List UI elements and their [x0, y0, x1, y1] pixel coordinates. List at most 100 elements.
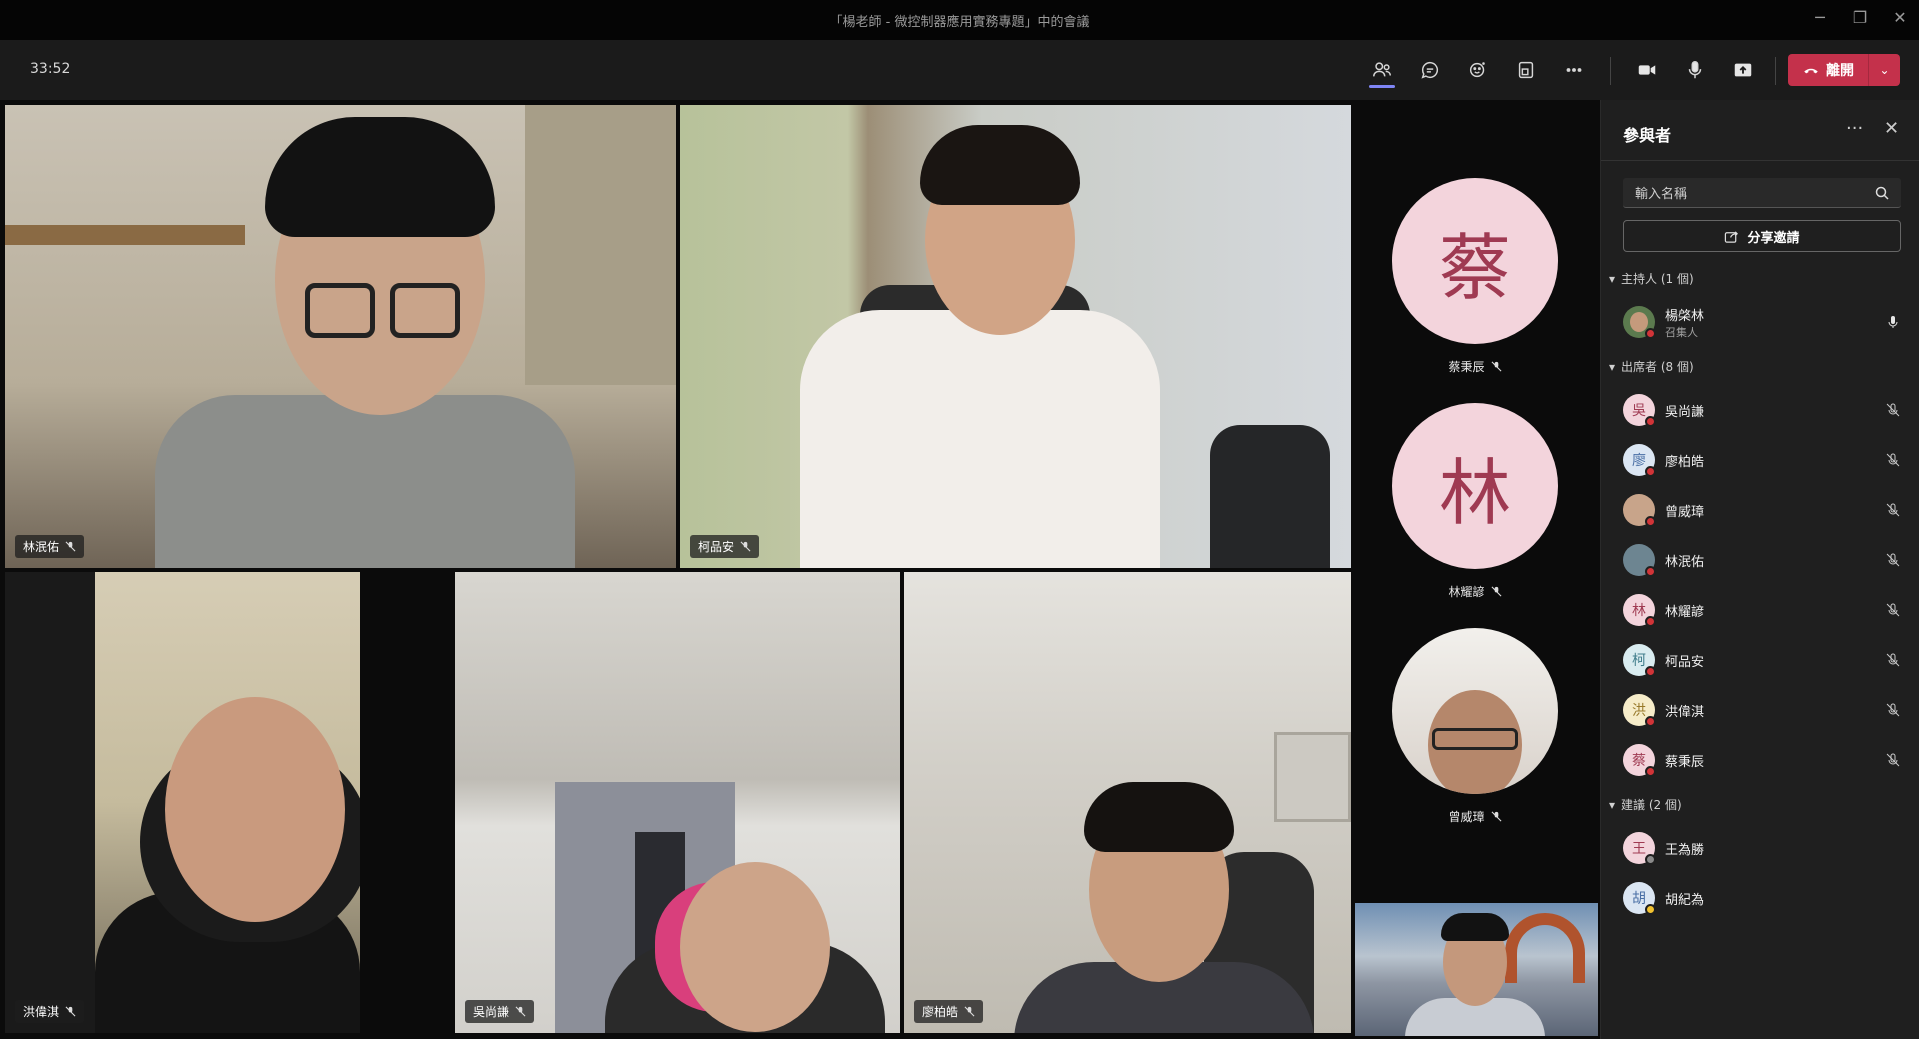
avatar [1623, 494, 1656, 527]
participant-row[interactable]: 廖 廖柏皓 [1623, 440, 1901, 480]
avatar: 洪 [1623, 694, 1656, 727]
participant-name: 洪偉淇 [1665, 704, 1705, 720]
mic-off-icon[interactable] [1885, 702, 1901, 718]
chevron-down-icon: ▾ [1609, 271, 1616, 286]
self-view[interactable] [1355, 903, 1598, 1036]
mic-off-icon [65, 1006, 76, 1017]
meeting-timer: 33:52 [30, 61, 71, 77]
person-face [165, 697, 345, 922]
glasses [390, 283, 460, 338]
camera-icon[interactable] [1627, 50, 1667, 90]
section-attendees[interactable]: ▾ 出席者 (8 個) [1609, 358, 1694, 375]
toolbar-divider [1775, 57, 1776, 85]
status-dot [1645, 854, 1656, 865]
avatar-tile[interactable]: 林 林耀諺 [1392, 403, 1558, 600]
mic-off-icon [1491, 811, 1501, 822]
participant-name: 王為勝 [1665, 842, 1705, 858]
title-bar: 「楊老師 - 微控制器應用實務專題」中的會議 ─ ❐ ✕ [0, 0, 1919, 40]
chat-icon[interactable] [1410, 50, 1450, 90]
leave-button[interactable]: 離開 ⌄ [1788, 54, 1900, 86]
avatar [1623, 306, 1656, 339]
video-tile[interactable]: 洪偉淇 [5, 572, 360, 1033]
minimize-button[interactable]: ─ [1810, 8, 1830, 28]
tile-name-tag: 洪偉淇 [15, 1000, 85, 1023]
section-label: 建議 (2 個) [1621, 798, 1682, 812]
status-dot [1645, 416, 1656, 427]
avatar: 林 [1623, 594, 1656, 627]
avatar-name: 曾威璋 [1448, 810, 1485, 824]
avatar: 柯 [1623, 644, 1656, 677]
mic-off-icon[interactable] [1885, 452, 1901, 468]
participant-name: 楊棨林 [1665, 308, 1705, 324]
mic-off-icon[interactable] [1885, 502, 1901, 518]
clothes-pile [1210, 425, 1330, 568]
chevron-down-icon[interactable]: ⌄ [1869, 63, 1900, 77]
mic-off-icon[interactable] [1885, 752, 1901, 768]
video-tile[interactable]: 柯品安 [680, 105, 1351, 568]
participant-row[interactable]: 胡 胡紀為 [1623, 878, 1901, 918]
video-tile[interactable]: 吳尚謙 [455, 572, 900, 1033]
people-icon[interactable] [1362, 50, 1402, 90]
participant-row[interactable]: 柯 柯品安 [1623, 640, 1901, 680]
leave-main[interactable]: 離開 [1788, 60, 1868, 80]
tile-name: 柯品安 [698, 540, 735, 554]
avatar-tile[interactable]: 蔡 蔡秉辰 [1392, 178, 1558, 375]
tile-name-tag: 柯品安 [690, 535, 760, 558]
video-tile[interactable]: 林泯佑 [5, 105, 676, 568]
participant-row[interactable]: 林泯佑 [1623, 540, 1901, 580]
participant-row[interactable]: 蔡 蔡秉辰 [1623, 740, 1901, 780]
participant-row[interactable]: 吳 吳尚謙 [1623, 390, 1901, 430]
more-icon[interactable] [1554, 50, 1594, 90]
panel-divider [1601, 160, 1919, 161]
avatar [1623, 544, 1656, 577]
avatar-photo [1392, 628, 1558, 794]
view-icon[interactable] [1506, 50, 1546, 90]
panel-more-icon[interactable]: ··· [1846, 118, 1863, 139]
air-conditioner [1274, 732, 1351, 822]
participant-row[interactable]: 林 林耀諺 [1623, 590, 1901, 630]
tile-name: 廖柏皓 [922, 1005, 959, 1019]
window-title: 「楊老師 - 微控制器應用實務專題」中的會議 [829, 15, 1090, 30]
status-dot [1645, 904, 1656, 915]
section-organizer[interactable]: ▾ 主持人 (1 個) [1609, 270, 1694, 287]
tile-name: 林泯佑 [23, 540, 60, 554]
share-arrow-icon [1725, 230, 1739, 243]
mic-off-icon[interactable] [1885, 552, 1901, 568]
participant-name: 林耀諺 [1665, 604, 1705, 620]
status-dot [1645, 766, 1656, 777]
participants-panel: 參與者 ··· ✕ 輸入名稱 分享邀請 ▾ 主持人 (1 個) 楊棨林 召集人 ▾ 出… [1600, 100, 1919, 1039]
mic-off-icon[interactable] [1885, 602, 1901, 618]
status-dot [1645, 566, 1656, 577]
mic-icon[interactable] [1885, 314, 1901, 330]
status-dot [1645, 716, 1656, 727]
restore-button[interactable]: ❐ [1850, 8, 1870, 28]
mic-off-icon[interactable] [1885, 652, 1901, 668]
participant-name: 蔡秉辰 [1665, 754, 1705, 770]
mic-off-icon[interactable] [1885, 402, 1901, 418]
section-label: 主持人 (1 個) [1621, 272, 1694, 286]
arch-rock [1505, 913, 1585, 983]
participant-row[interactable]: 曾威璋 [1623, 490, 1901, 530]
reactions-icon[interactable] [1458, 50, 1498, 90]
close-icon[interactable]: ✕ [1884, 118, 1899, 139]
share-invite-button[interactable]: 分享邀請 [1623, 220, 1901, 252]
avatar-initial: 柯 [1632, 653, 1646, 669]
avatar-tile[interactable]: 曾威璋 [1392, 628, 1558, 825]
curtain [525, 105, 676, 385]
participant-row[interactable]: 洪 洪偉淇 [1623, 690, 1901, 730]
status-dot [1645, 616, 1656, 627]
search-input[interactable]: 輸入名稱 [1623, 178, 1901, 208]
participant-name: 柯品安 [1665, 654, 1705, 670]
avatar: 王 [1623, 832, 1656, 865]
person-hair [920, 125, 1080, 205]
share-icon[interactable] [1723, 50, 1763, 90]
close-window-button[interactable]: ✕ [1890, 8, 1910, 28]
participant-row[interactable]: 楊棨林 召集人 [1623, 302, 1901, 342]
participant-row[interactable]: 王 王為勝 [1623, 828, 1901, 868]
section-suggested[interactable]: ▾ 建議 (2 個) [1609, 796, 1682, 813]
search-icon [1875, 186, 1889, 200]
person-shirt [155, 395, 575, 568]
mic-icon[interactable] [1675, 50, 1715, 90]
video-tile[interactable]: 廖柏皓 [904, 572, 1351, 1033]
avatar-initial: 林 [1632, 603, 1646, 619]
